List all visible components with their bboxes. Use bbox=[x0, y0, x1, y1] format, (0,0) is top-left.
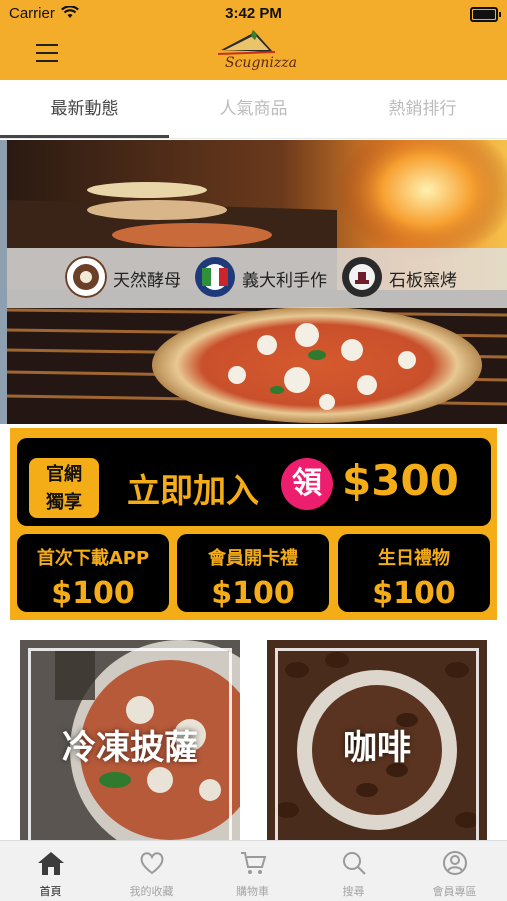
tabbar-label: 我的收藏 bbox=[129, 885, 174, 898]
menu-icon[interactable] bbox=[36, 42, 60, 64]
gift-value: $100 bbox=[372, 576, 456, 611]
top-navbar: Scugnizza bbox=[0, 28, 507, 80]
category-frozen-pizza[interactable]: 冷凍披薩 bbox=[20, 640, 240, 840]
tab-popular-products[interactable]: 人氣商品 bbox=[169, 80, 338, 138]
natural-yeast-seal-icon bbox=[65, 256, 107, 298]
gift-value: $100 bbox=[51, 576, 135, 611]
tabbar-label: 搜尋 bbox=[342, 885, 365, 898]
badge-handmade-italy: 義大利手作 bbox=[242, 271, 327, 291]
gift-label: 會員開卡禮 bbox=[208, 548, 298, 569]
category-title: 冷凍披薩 bbox=[62, 728, 198, 768]
tabbar-cart[interactable]: 購物車 bbox=[202, 841, 303, 901]
tabbar-favorites[interactable]: 我的收藏 bbox=[101, 841, 202, 901]
status-time: 3:42 PM bbox=[225, 5, 282, 22]
category-coffee[interactable]: 咖啡 bbox=[267, 640, 487, 840]
join-now-text: 立即加入 bbox=[127, 471, 259, 510]
gift-birthday[interactable]: 生日禮物 $100 bbox=[338, 534, 490, 612]
gift-first-download[interactable]: 首次下載APP $100 bbox=[17, 534, 169, 612]
user-icon bbox=[443, 851, 467, 875]
gift-label: 生日禮物 bbox=[378, 548, 450, 569]
category-title: 咖啡 bbox=[343, 728, 411, 768]
tabbar-search[interactable]: 搜尋 bbox=[303, 841, 404, 901]
claim-badge: 領 bbox=[281, 458, 333, 510]
tab-latest-news[interactable]: 最新動態 bbox=[0, 80, 169, 138]
search-icon bbox=[343, 852, 366, 875]
content-tabs: 最新動態 人氣商品 熱銷排行 bbox=[0, 80, 507, 139]
brand-logo-text: Scugnizza bbox=[225, 55, 298, 71]
gift-value: $100 bbox=[211, 576, 295, 611]
feature-badges: 天然酵母 義大利手作 石板窯烤 bbox=[7, 248, 507, 308]
tabbar-home[interactable]: 首頁 bbox=[0, 841, 101, 901]
heart-icon bbox=[140, 852, 164, 875]
cart-icon bbox=[241, 852, 267, 874]
website-exclusive-tag: 官網 獨享 bbox=[29, 458, 99, 518]
gift-label: 首次下載APP bbox=[36, 548, 150, 569]
join-promo-banner[interactable]: 官網 獨享 立即加入 領 $300 bbox=[17, 438, 491, 526]
tag-line-1: 官網 bbox=[46, 464, 82, 485]
tabbar-label: 購物車 bbox=[236, 885, 269, 898]
gift-card-activation[interactable]: 會員開卡禮 $100 bbox=[177, 534, 329, 612]
battery-icon bbox=[470, 7, 501, 22]
membership-promo[interactable]: 官網 獨享 立即加入 領 $300 首次下載APP $100 會員開卡禮 $10… bbox=[10, 428, 497, 620]
home-icon bbox=[38, 852, 64, 875]
tag-line-2: 獨享 bbox=[46, 492, 82, 513]
stone-baked-seal-icon bbox=[342, 257, 382, 297]
badge-stone-baked: 石板窯烤 bbox=[389, 271, 457, 291]
tabbar-label: 會員專區 bbox=[432, 885, 477, 898]
badge-natural-yeast: 天然酵母 bbox=[113, 271, 181, 291]
tab-best-sellers[interactable]: 熱銷排行 bbox=[338, 80, 507, 138]
previous-slide-edge bbox=[0, 140, 7, 424]
bottom-tab-bar: 首頁 我的收藏 購物車 搜尋 會員專區 bbox=[0, 840, 507, 901]
active-tab-indicator bbox=[0, 135, 169, 138]
status-bar: Carrier 3:42 PM bbox=[0, 0, 507, 28]
tabbar-member[interactable]: 會員專區 bbox=[404, 841, 505, 901]
promo-amount: $300 bbox=[342, 456, 459, 505]
tabbar-label: 首頁 bbox=[39, 885, 62, 898]
made-in-italy-seal-icon bbox=[195, 257, 235, 297]
